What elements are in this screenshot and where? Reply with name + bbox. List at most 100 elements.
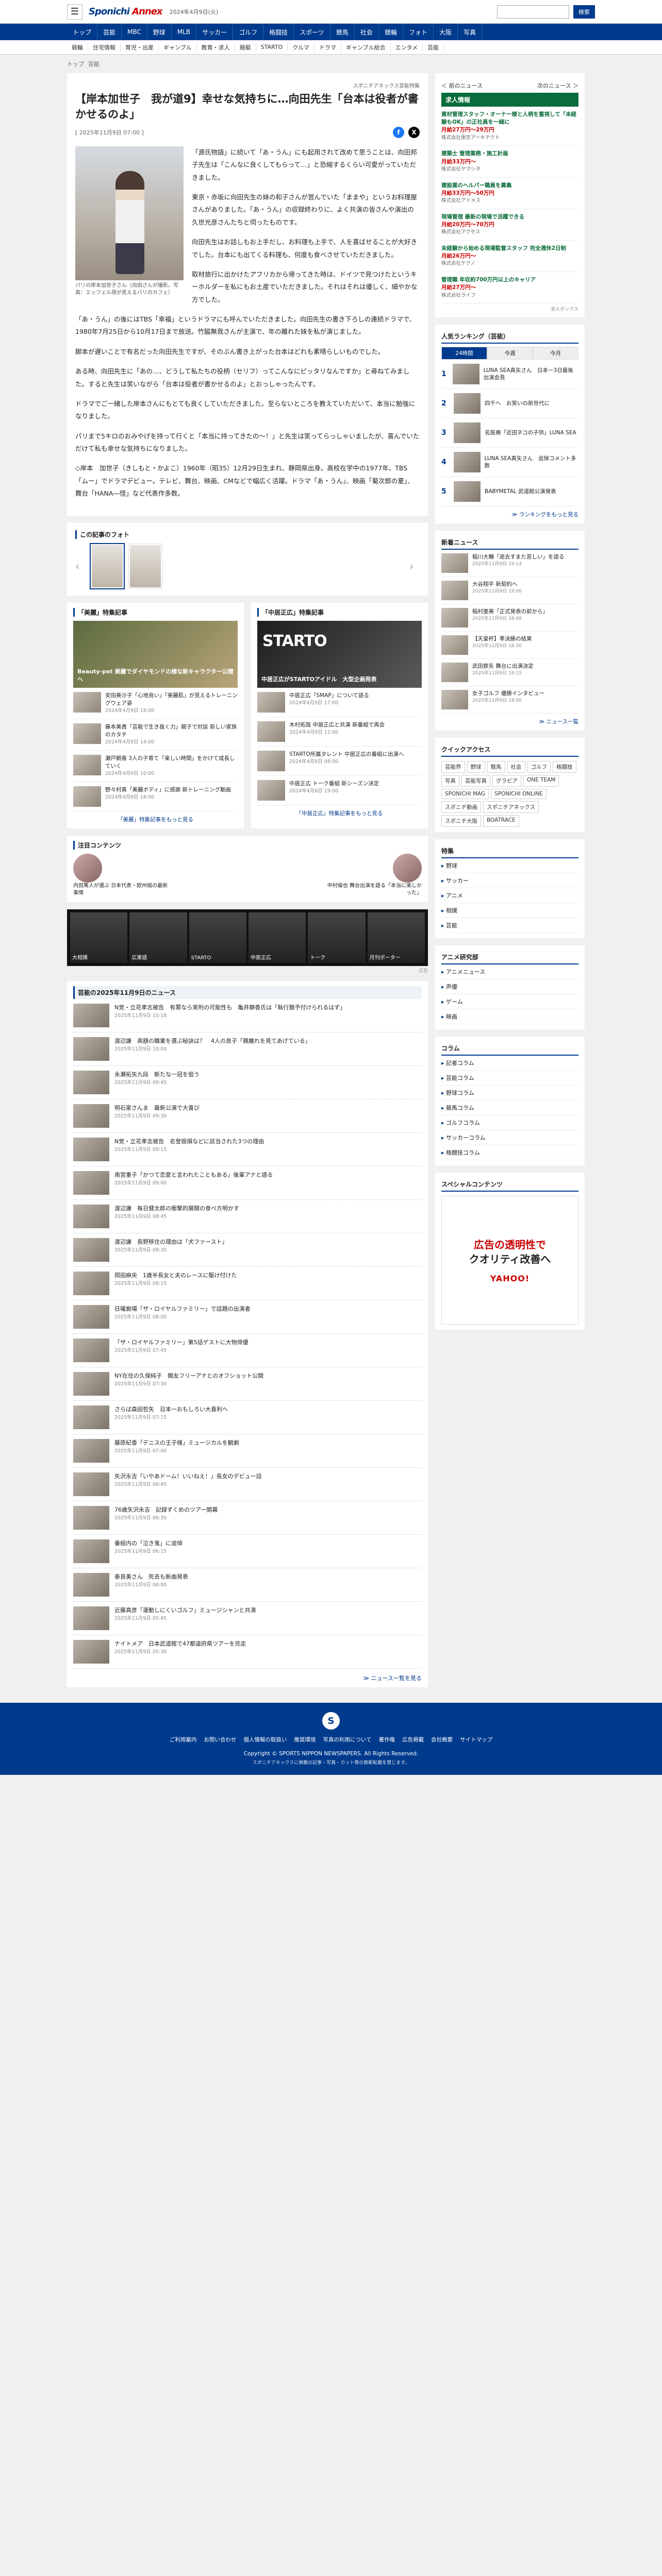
list-item[interactable]: NY在住の久保純子 親友フリーアナとのオフショット公開 2025年11月9日 07… (73, 1367, 422, 1401)
nav-item[interactable]: トップ (67, 24, 98, 40)
quick-access-link[interactable]: スポニチ動画 (441, 801, 481, 814)
quick-access-link[interactable]: ゴルフ (527, 761, 551, 773)
quick-access-link[interactable]: BOATRACE (483, 815, 519, 827)
list-item[interactable]: N党・立花孝志被告 有罪なら実刑の可能性も 亀井静香氏は「執行猶予付けられるはず… (73, 999, 422, 1033)
job-item[interactable]: 建築士 管理業務・施工計画 月給33万円〜 株式会社ヤマシタ (441, 146, 578, 178)
job-item[interactable]: 未経験から始める現場監督スタッフ 完全週休2日制 月給26万円〜 株式会社テクノ (441, 241, 578, 273)
footer-link[interactable]: 写真の利用について (323, 1736, 371, 1743)
nav-item[interactable]: ゴルフ (233, 24, 264, 40)
list-item[interactable]: 番組内の「泣き鬼」に追悼 2025年11月9日 06:15 (73, 1535, 422, 1569)
footer-link[interactable]: 推奨環境 (294, 1736, 316, 1743)
feature-item[interactable]: STARTO所属タレント 中居正広の番組に出演へ 2024年4月9日 08:00 (257, 747, 422, 776)
feature-item[interactable]: 中居正広 トーク番組 新シーズン決定 2024年4月8日 19:00 (257, 776, 422, 805)
ad-tile[interactable]: 広東語 (129, 912, 187, 963)
search-button[interactable]: 検索 (573, 5, 595, 19)
subnav-item[interactable]: エンタメ (391, 43, 423, 52)
subnav-item[interactable]: 教育・求人 (197, 43, 235, 52)
quick-access-link[interactable]: 野球 (467, 761, 485, 773)
list-item[interactable]: 矢沢永吉「いやあドーム！いいねえ！」長女のデビュー話 2025年11月9日 06:… (73, 1468, 422, 1502)
nav-item[interactable]: 大阪 (434, 24, 458, 40)
list-item[interactable]: N党・立花孝志被告 名誉毀損などに該当された3つの理由 2025年11月9日 09… (73, 1133, 422, 1167)
new-news-more-link[interactable]: ≫ ニュース一覧 (441, 718, 578, 725)
x-share-icon[interactable]: X (408, 126, 420, 138)
subnav-item[interactable]: STARTO (256, 44, 288, 50)
special-link[interactable]: 野球 (441, 858, 578, 874)
footer-link[interactable]: お問い合わせ (204, 1736, 236, 1743)
ranking-tab[interactable]: 24時間 (441, 347, 487, 360)
nav-item[interactable]: サッカー (196, 24, 234, 40)
quick-access-link[interactable]: 格闘技 (553, 761, 576, 773)
special-link[interactable]: 芸能 (441, 918, 578, 934)
quick-access-link[interactable]: スポニチアネックス (483, 801, 539, 814)
list-item[interactable]: 近藤真彦「運動しにくいゴルフ」ミュージシャンと共演 2025年11月9日 05:4… (73, 1602, 422, 1636)
subnav-item[interactable]: クルマ (288, 43, 315, 52)
feature-item[interactable]: 藤本美貴「芸能で生き抜く力」親子で対談 新しい家族のカタチ 2024年4月9日 1… (73, 719, 238, 751)
chevron-right-icon[interactable]: › (409, 560, 420, 572)
ad-banner[interactable]: 大相撲 広東語 STARTO 中居正広 トーク 月刊ポーター (67, 909, 428, 967)
feature-item[interactable]: 安田美沙子「心地良い」「美麗肌」が見えるトレーニングウェア姿 2024年4月9日 … (73, 688, 238, 719)
quick-access-link[interactable]: 芸能写真 (461, 775, 490, 787)
quick-access-link[interactable]: ONE TEAM (523, 775, 559, 787)
ranking-tab[interactable]: 今月 (533, 347, 579, 360)
breadcrumb-item[interactable]: トップ (67, 61, 84, 67)
list-item[interactable]: 大谷翔平 新契約へ 2025年11月9日 19:00 (441, 577, 578, 605)
list-item[interactable]: 渡辺謙 長野移住の理由は「犬ファースト」 2025年11月9日 08:30 (73, 1233, 422, 1267)
subnav-item[interactable]: 芸能 (423, 43, 444, 52)
nav-item[interactable]: MLB (172, 24, 197, 40)
prev-news-link[interactable]: ＜ 前のニュース (441, 81, 483, 90)
anime-link[interactable]: 声優 (441, 979, 578, 995)
nav-item[interactable]: 写真 (458, 24, 482, 40)
column-link[interactable]: 格闘技コラム (441, 1145, 578, 1161)
news-list-link[interactable]: ≫ ニュース一覧を見る (73, 1674, 422, 1682)
nav-item[interactable]: 社会 (355, 24, 379, 40)
column-link[interactable]: 記者コラム (441, 1056, 578, 1071)
job-item[interactable]: 管理職 年収約700万円以上のキャリア 月給27万円〜 株式会社ライフ (441, 272, 578, 304)
nav-item[interactable]: 競輪 (379, 24, 403, 40)
notice-card[interactable]: 中村倫也 舞台出演を語る「本当に楽しかった」 (324, 854, 422, 897)
list-item[interactable]: 渡辺謙 毎日健太郎の衝撃的展開の食べ方明かす 2025年11月9日 08:45 (73, 1200, 422, 1234)
ranking-more-link[interactable]: ≫ ランキングをもっと見る (441, 511, 578, 518)
list-item[interactable]: 「ザ・ロイヤルファミリー」第5話ゲストに大物俳優 2025年11月9日 07:45 (73, 1334, 422, 1368)
ad-tile[interactable]: 月刊ポーター (367, 912, 425, 963)
list-item[interactable]: 渡辺謙 高額の職業を選ぶ秘訣は？ 4人の息子「親離れを見てあげている」 2025年… (73, 1032, 422, 1066)
anime-link[interactable]: ゲーム (441, 994, 578, 1010)
list-item[interactable]: 【天皇杯】準決勝の結果 2025年11月9日 18:30 (441, 632, 578, 659)
ranking-tab[interactable]: 今週 (487, 347, 533, 360)
special-link[interactable]: アニメ (441, 888, 578, 904)
list-item[interactable]: 76歳矢沢永吉 記録ずくめのツアー開幕 2025年11月9日 06:30 (73, 1501, 422, 1535)
subnav-item[interactable]: 育児・出産 (121, 43, 159, 52)
chevron-left-icon[interactable]: ‹ (75, 560, 86, 572)
nav-item[interactable]: 競馬 (330, 24, 355, 40)
article-photo[interactable]: パリの岸本加世子さん（向田さんが撮影。写真：エッフェル塔が見えるパリのカフェ） (75, 146, 184, 297)
site-logo[interactable]: Sponichi Annex (89, 6, 163, 17)
quick-access-link[interactable]: 競馬 (487, 761, 505, 773)
quick-access-link[interactable]: SPONICHI MAG (441, 789, 489, 800)
footer-link[interactable]: ご利用案内 (170, 1736, 197, 1743)
nav-item[interactable]: MBC (122, 24, 147, 40)
special-ad[interactable]: 広告の透明性で クオリティ改善へ YAHOO! (441, 1196, 578, 1325)
list-item[interactable]: 女子ゴルフ 優勝インタビュー 2025年11月9日 18:00 (441, 686, 578, 714)
ad-tile[interactable]: トーク (308, 912, 366, 963)
list-item[interactable]: 稲村亜美「正式発表の前から」 2025年11月9日 18:48 (441, 604, 578, 632)
subnav-item[interactable]: ドラマ (315, 43, 341, 52)
feature-item[interactable]: 中居正広「SMAP」について語る 2024年4月9日 17:00 (257, 688, 422, 717)
ranking-item[interactable]: 4 LUNA SEA真矢さん 追悼コメント多数 (441, 448, 578, 478)
subnav-item[interactable]: 競艇 (235, 43, 256, 52)
nav-item[interactable]: 野球 (147, 24, 172, 40)
nav-item[interactable]: スポーツ (294, 24, 330, 40)
breadcrumb-item[interactable]: 芸能 (88, 61, 100, 67)
anime-link[interactable]: 映画 (441, 1009, 578, 1025)
subnav-item[interactable]: ギャンブル (159, 43, 197, 52)
column-link[interactable]: 芸能コラム (441, 1071, 578, 1086)
list-item[interactable]: さらば森田哲矢 日本一おもしろい大喜利へ 2025年11月9日 07:15 (73, 1401, 422, 1435)
ranking-item[interactable]: 3 名医療「近田ネコの子供」LUNA SEA (441, 418, 578, 448)
menu-icon[interactable]: ☰ (67, 4, 82, 20)
footer-link[interactable]: 個人情報の取扱い (243, 1736, 287, 1743)
list-item[interactable]: ナイトメア 日本武道館で47都道府県ツアーを完走 2025年11月9日 05:30 (73, 1635, 422, 1669)
nav-item[interactable]: フォト (403, 24, 434, 40)
ranking-item[interactable]: 1 LUNA SEA真矢さん 日本ー3日最後出演会見 (441, 360, 578, 389)
column-link[interactable]: サッカーコラム (441, 1130, 578, 1146)
column-link[interactable]: ゴルフコラム (441, 1115, 578, 1131)
quick-access-link[interactable]: 写真 (441, 775, 459, 787)
list-item[interactable]: 藤原紀香「デニスの王子様」ミュージカルを観劇 2025年11月9日 07:00 (73, 1434, 422, 1468)
